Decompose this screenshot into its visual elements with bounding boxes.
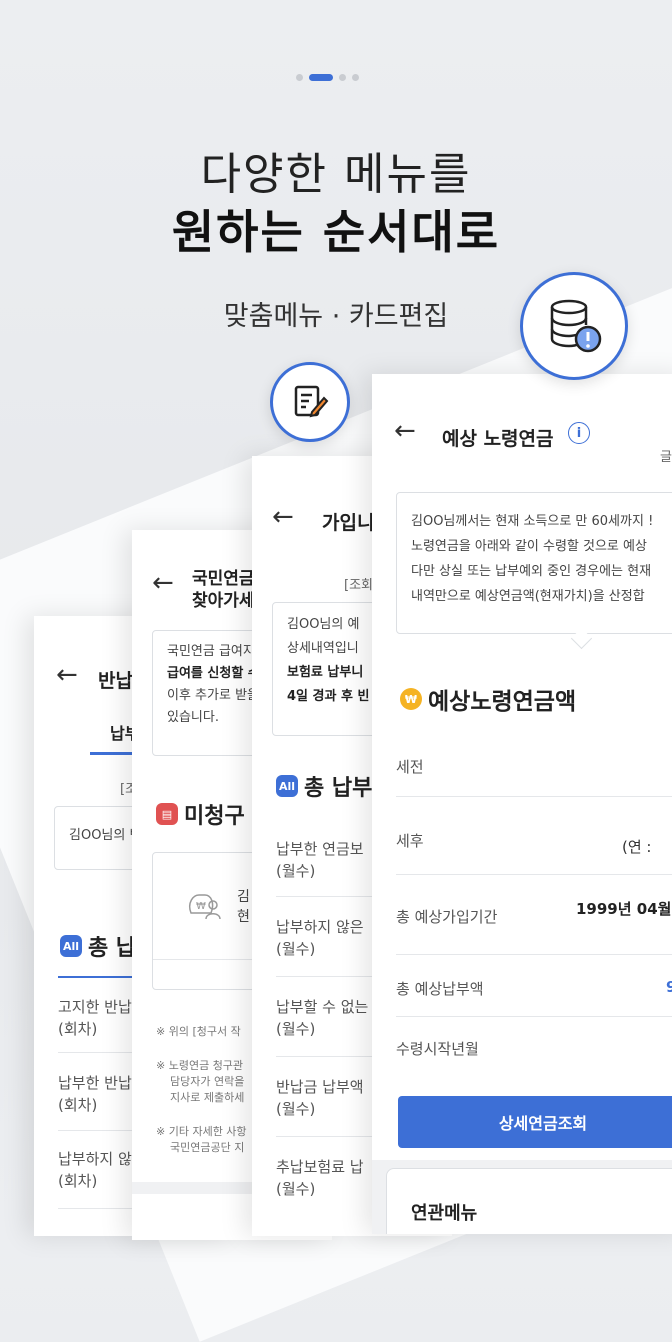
edit-card-badge bbox=[270, 362, 350, 442]
back-arrow-icon[interactable]: ← bbox=[394, 416, 416, 446]
headline-line1: 다양한 메뉴를 bbox=[200, 149, 472, 200]
section-title: ▤ 미청구 bbox=[156, 798, 245, 830]
headline-line2: 원하는 순서대로 bbox=[171, 205, 501, 259]
section-title-text: 예상노령연금액 bbox=[428, 689, 577, 715]
card-title: 예상 노령연금 bbox=[442, 428, 554, 450]
section-title-text: 총 납 bbox=[88, 936, 137, 961]
row-expected-payment: 총 예상납부액 bbox=[396, 980, 484, 998]
divider bbox=[396, 954, 672, 955]
svg-text:₩: ₩ bbox=[196, 901, 206, 912]
page-dot-active[interactable] bbox=[309, 74, 333, 81]
section-title: All 총 납 bbox=[60, 930, 136, 962]
data-row: 납부한 연금보 (월수) bbox=[276, 840, 364, 880]
divider bbox=[396, 1016, 672, 1017]
row-pre-tax: 세전 bbox=[396, 758, 424, 776]
divider bbox=[396, 874, 672, 875]
font-size-label[interactable]: 글 bbox=[660, 446, 672, 465]
info-icon[interactable]: i bbox=[568, 422, 590, 444]
divider bbox=[396, 796, 672, 797]
related-menu-title: 연관메뉴 bbox=[411, 1203, 478, 1224]
back-arrow-icon[interactable]: ← bbox=[152, 568, 174, 598]
section-title: All 총 납부 bbox=[276, 770, 372, 802]
info-line: 내역만으로 예상연금액(현재가치)을 산정합 bbox=[411, 589, 645, 604]
won-coin-icon: ₩ bbox=[400, 688, 422, 710]
data-row: 납부하지 않은 (월수) bbox=[276, 918, 364, 958]
note: ※ 기타 자세한 사항 국민연금공단 지 bbox=[156, 1125, 247, 1154]
note: ※ 위의 [청구서 작 bbox=[156, 1025, 241, 1038]
data-row: 반납금 납부액 (월수) bbox=[276, 1078, 364, 1118]
section-title-text: 총 납부 bbox=[304, 776, 373, 801]
page-dot[interactable] bbox=[296, 74, 303, 81]
section-title-text: 미청구 bbox=[184, 804, 245, 829]
query-date-label: [조회 bbox=[344, 578, 373, 593]
card-title: 가입니 bbox=[322, 512, 375, 534]
coin-badge-icon: ▤ bbox=[156, 803, 178, 825]
card-title-line2: 찾아가세 bbox=[192, 591, 255, 611]
card-title: 반납 bbox=[98, 670, 133, 692]
back-arrow-icon[interactable]: ← bbox=[272, 502, 294, 532]
detail-pension-button[interactable]: 상세연금조회 bbox=[398, 1096, 672, 1148]
screen-card-expected-pension: ← 예상 노령연금 i 글 김OO님께서는 현재 소득으로 만 60세까지 ! … bbox=[372, 374, 672, 1234]
related-menu-panel: 연관메뉴 bbox=[386, 1168, 672, 1234]
expected-payment-value: 9 bbox=[666, 978, 672, 996]
page-dot[interactable] bbox=[339, 74, 346, 81]
back-arrow-icon[interactable]: ← bbox=[56, 660, 78, 690]
unclaimed-text: 김 bbox=[237, 889, 250, 905]
after-tax-value: (연 : bbox=[622, 838, 652, 856]
money-bag-person-icon: ₩ bbox=[188, 894, 221, 920]
section-title: ₩ 예상노령연금액 bbox=[400, 682, 576, 716]
page-dot[interactable] bbox=[352, 74, 359, 81]
page-indicator bbox=[296, 74, 359, 81]
info-line: 노령연금을 아래와 같이 수령할 것으로 예상 bbox=[411, 539, 647, 554]
edit-document-icon bbox=[294, 385, 329, 418]
database-badge bbox=[520, 272, 628, 380]
all-badge-icon: All bbox=[60, 935, 82, 957]
info-box: 김OO님께서는 현재 소득으로 만 60세까지 ! 노령연금을 아래와 같이 수… bbox=[396, 492, 672, 634]
row-after-tax: 세후 bbox=[396, 832, 424, 850]
info-line: 김OO님께서는 현재 소득으로 만 60세까지 ! bbox=[411, 514, 654, 529]
data-row: 추납보험료 납 (월수) bbox=[276, 1158, 364, 1198]
expected-period-value: 1999년 04월 ~ bbox=[576, 900, 672, 918]
unclaimed-text: 현 bbox=[237, 909, 250, 925]
database-alert-icon bbox=[550, 299, 602, 353]
row-expected-period: 총 예상가입기간 bbox=[396, 908, 498, 926]
note: ※ 노령연금 청구관 담당자가 연락을 지사로 제출하세 bbox=[156, 1059, 245, 1104]
data-row: 납부할 수 없는 (월수) bbox=[276, 998, 369, 1038]
row-start-date: 수령시작년월 bbox=[396, 1040, 479, 1058]
info-line: 다만 상실 또는 납부예외 중인 경우에는 현재 bbox=[411, 564, 652, 579]
all-badge-icon: All bbox=[276, 775, 298, 797]
